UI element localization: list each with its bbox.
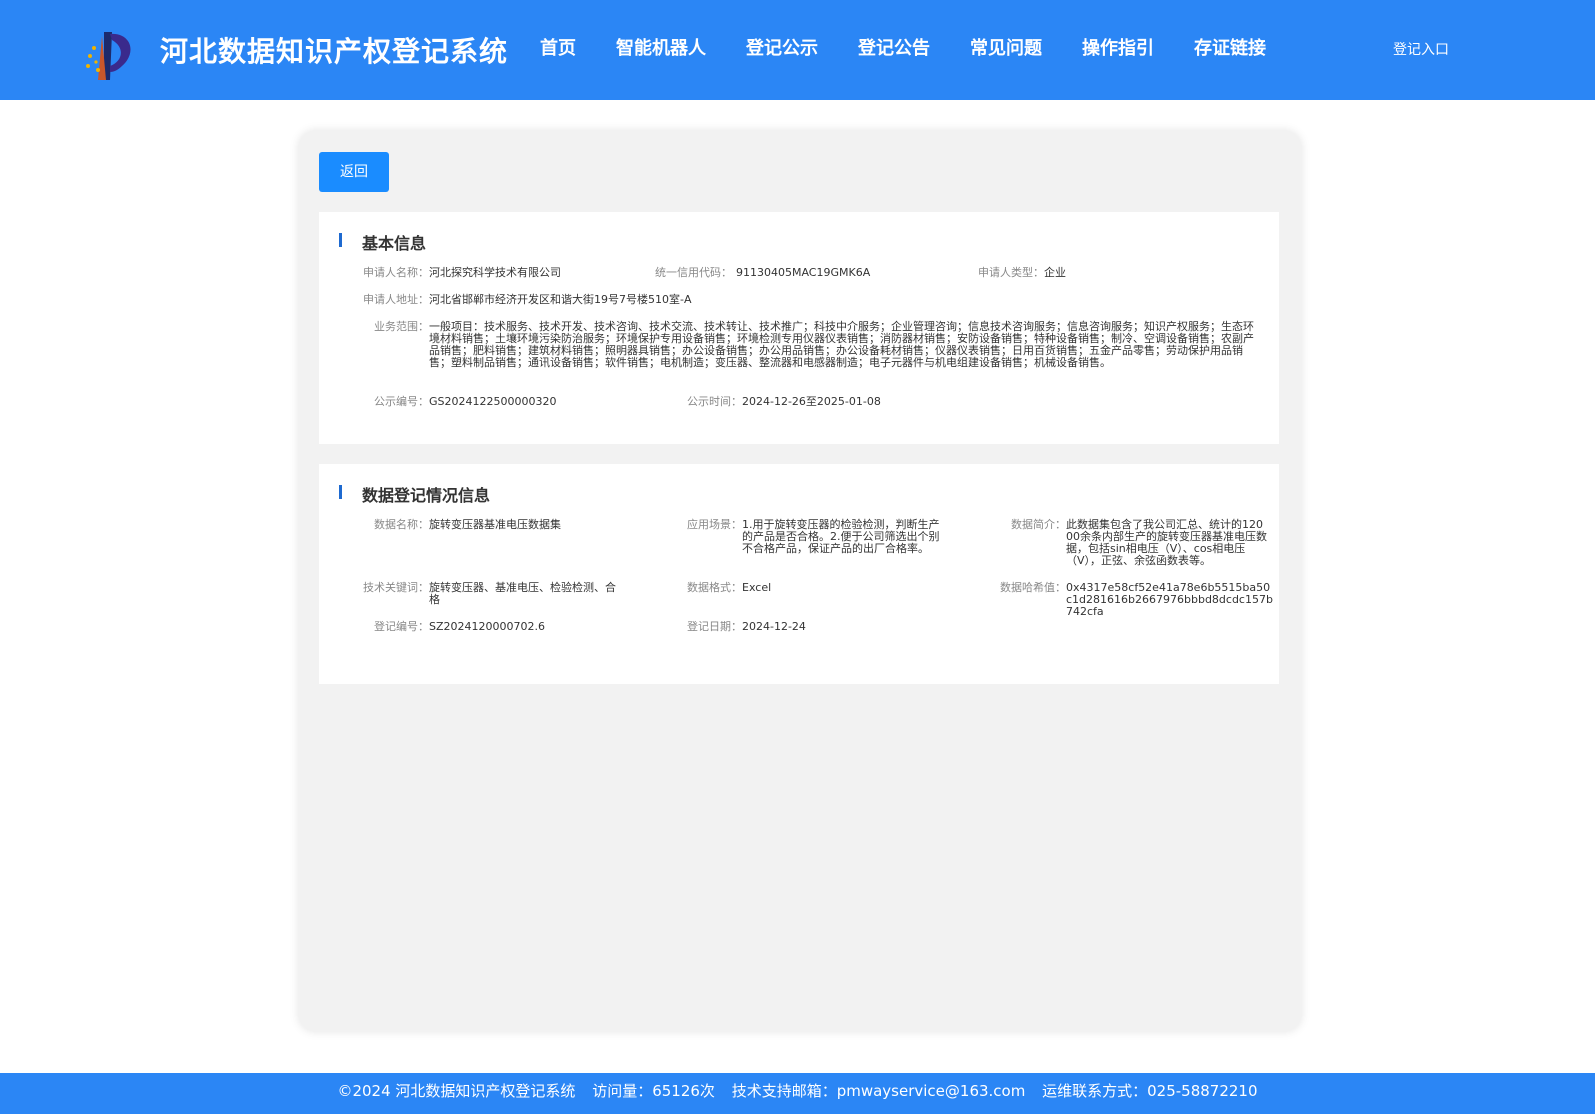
nav-home[interactable]: 首页	[540, 34, 576, 64]
nav-publicity[interactable]: 登记公示	[746, 34, 818, 64]
data-info-card: 数据登记情况信息 数据名称： 旋转变压器基准电压数据集 应用场景： 1.用于旋转…	[319, 464, 1279, 684]
nav-evidence-link[interactable]: 存证链接	[1194, 34, 1266, 64]
page-footer: ©2024 河北数据知识产权登记系统 访问量：65126次 技术支持邮箱：pmw…	[0, 1073, 1595, 1114]
credit-code-value: 91130405MAC19GMK6A	[736, 266, 871, 279]
back-button[interactable]: 返回	[319, 152, 389, 192]
reg-no-value: SZ2024120000702.6	[429, 620, 545, 633]
summary-label: 数据简介：	[1011, 518, 1066, 531]
address-label: 申请人地址：	[363, 293, 429, 306]
applicant-name-label: 申请人名称：	[363, 266, 429, 279]
applicant-type-label: 申请人类型：	[978, 266, 1044, 279]
scenario-value: 1.用于旋转变压器的检验检测，判断生产的产品是否合格。2.便于公司筛选出个别不合…	[742, 518, 940, 555]
applicant-name-value: 河北探究科学技术有限公司	[429, 266, 561, 279]
nav-guide[interactable]: 操作指引	[1082, 34, 1154, 64]
logo-icon	[86, 32, 131, 80]
credit-code-label: 统一信用代码：	[655, 266, 732, 279]
keywords-label: 技术关键词：	[363, 581, 429, 594]
summary-value: 此数据集包含了我公司汇总、统计的12000余条内部生产的旋转变压器基准电压数据，…	[1066, 518, 1267, 567]
business-scope-label: 业务范围：	[374, 320, 429, 333]
section-marker	[339, 485, 342, 499]
nav-faq[interactable]: 常见问题	[970, 34, 1042, 64]
site-title: 河北数据知识产权登记系统	[160, 35, 509, 68]
nav-robot[interactable]: 智能机器人	[616, 34, 706, 64]
top-header: 河北数据知识产权登记系统 首页 智能机器人 登记公示 登记公告 常见问题 操作指…	[0, 0, 1595, 100]
reg-date-label: 登记日期：	[687, 620, 742, 633]
login-link[interactable]: 登记入口	[1393, 39, 1449, 59]
reg-no-label: 登记编号：	[374, 620, 429, 633]
format-label: 数据格式：	[687, 581, 742, 594]
data-name-label: 数据名称：	[374, 518, 429, 531]
applicant-type-value: 企业	[1044, 266, 1066, 279]
detail-panel: 返回 基本信息 申请人名称： 河北探究科学技术有限公司 统一信用代码： 9113…	[299, 131, 1301, 1031]
data-name-value: 旋转变压器基准电压数据集	[429, 518, 561, 531]
hash-label: 数据哈希值：	[1000, 581, 1066, 594]
hash-value: 0x4317e58cf52e41a78e6b5515ba50c1d281616b…	[1066, 581, 1273, 618]
format-value: Excel	[742, 581, 772, 594]
section-marker	[339, 233, 342, 247]
data-info-title: 数据登记情况信息	[362, 486, 491, 505]
notice-time-label: 公示时间：	[687, 395, 742, 408]
keywords-value: 旋转变压器、基准电压、检验检测、合格	[429, 581, 616, 606]
reg-date-value: 2024-12-24	[742, 620, 806, 633]
notice-no-label: 公示编号：	[374, 395, 429, 408]
footer-phone: 运维联系方式：025-58872210	[1042, 1082, 1258, 1100]
basic-info-card: 基本信息 申请人名称： 河北探究科学技术有限公司 统一信用代码： 9113040…	[319, 212, 1279, 444]
notice-time-value: 2024-12-26至2025-01-08	[742, 395, 881, 408]
basic-info-title: 基本信息	[362, 234, 427, 253]
footer-copyright: ©2024 河北数据知识产权登记系统	[337, 1082, 576, 1100]
address-value: 河北省邯郸市经济开发区和谐大街19号7号楼510室-A	[429, 293, 692, 306]
notice-no-value: GS2024122500000320	[429, 395, 557, 408]
business-scope-value: 一般项目：技术服务、技术开发、技术咨询、技术交流、技术转让、技术推广；科技中介服…	[429, 320, 1254, 369]
main-nav: 首页 智能机器人 登记公示 登记公告 常见问题 操作指引 存证链接	[540, 34, 1306, 64]
nav-announcement[interactable]: 登记公告	[858, 34, 930, 64]
scenario-label: 应用场景：	[687, 518, 742, 531]
footer-email: 技术支持邮箱：pmwayservice@163.com	[731, 1082, 1026, 1100]
footer-visits: 访问量：65126次	[592, 1082, 715, 1100]
